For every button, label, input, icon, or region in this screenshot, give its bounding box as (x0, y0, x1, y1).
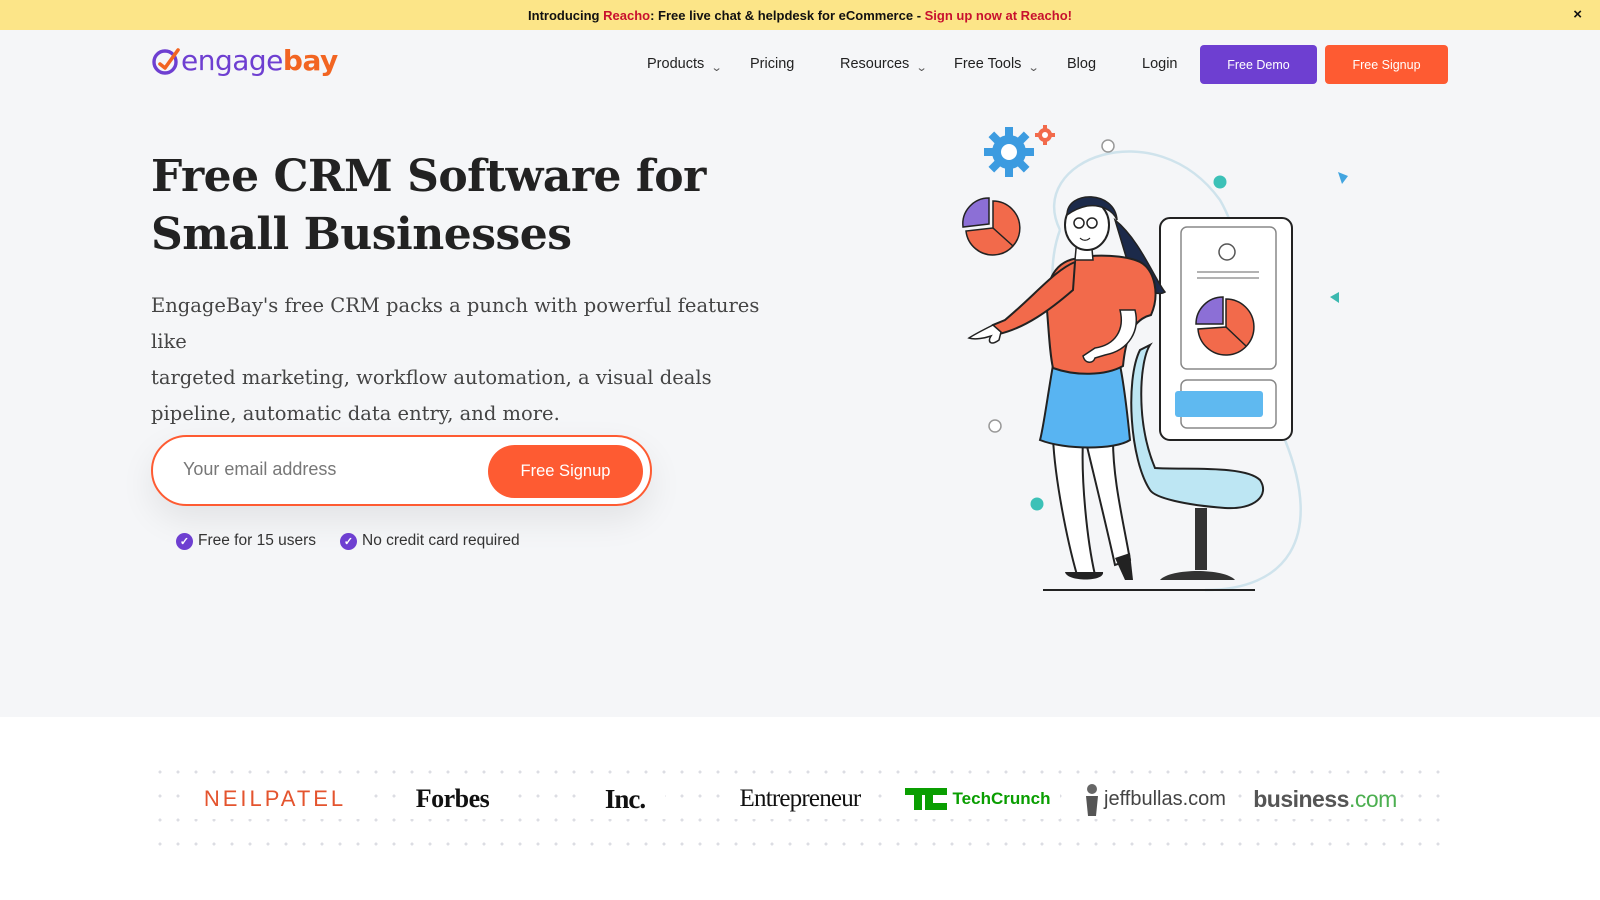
nav-free-tools[interactable]: Free Tools ⌄ (954, 54, 1041, 74)
announcement-cta-link[interactable]: Sign up now at Reacho! (925, 8, 1072, 23)
hero-title: Free CRM Software for Small Businesses (151, 148, 851, 264)
header-free-signup-button[interactable]: Free Signup (1325, 45, 1448, 84)
chair-base (1160, 571, 1235, 580)
nav-login-label: Login (1142, 56, 1178, 72)
decor-triangle (1338, 172, 1348, 184)
hero-title-line2: Small Businesses (151, 209, 572, 260)
jeffbullas-logo-mark: jeffbullas.com (1084, 782, 1226, 816)
hero-description-line3: pipeline, automatic data entry, and more… (151, 402, 560, 425)
decor-circle (988, 419, 1002, 433)
engagebay-logo[interactable]: engagebay (151, 46, 338, 76)
perk-no-credit-card-label: No credit card required (362, 532, 520, 549)
nav-pricing-label: Pricing (750, 56, 795, 72)
hero-title-line1: Free CRM Software for (151, 151, 706, 202)
nav-resources[interactable]: Resources ⌄ (840, 54, 928, 74)
business-com-logo: business.com (1250, 779, 1400, 819)
techcrunch-logo-mark: TechCrunch (904, 788, 1051, 810)
decor-dot-teal (1213, 175, 1227, 189)
chair-stem (1195, 508, 1207, 570)
progress-bar (1175, 391, 1263, 417)
logo-word-engage: engage (181, 44, 283, 77)
hero-description-line1: EngageBay's free CRM packs a punch with … (151, 294, 760, 353)
forbes-logo-text: Forbes (415, 784, 490, 813)
free-demo-button[interactable]: Free Demo (1200, 45, 1317, 84)
nav-blog[interactable]: Blog (1067, 54, 1096, 74)
announcement-prefix: Introducing (528, 7, 604, 23)
inc-logo: Inc. (585, 779, 665, 819)
entrepreneur-logo-text: Entrepreneur (739, 785, 862, 812)
announcement-text: Introducing Reacho: Free live chat & hel… (528, 8, 1072, 23)
hero-illustration (962, 125, 1348, 592)
check-circle-icon: ✓ (340, 532, 357, 550)
pie-chart-icon (962, 197, 1021, 256)
perk-no-credit-card: ✓ No credit card required (340, 532, 520, 550)
announcement-middle: : Free live chat & helpdesk for eCommerc… (650, 7, 925, 23)
perk-free-users-label: Free for 15 users (198, 532, 317, 549)
logo-mark-icon (152, 48, 180, 75)
entrepreneur-logo: Entrepreneur (725, 779, 875, 819)
techcrunch-logo-text: TechCrunch (952, 789, 1051, 808)
business-com-logo-text: business.com (1253, 786, 1397, 813)
hero-description-line2: targeted marketing, workflow automation,… (151, 366, 712, 389)
jeffbullas-logo-text: jeffbullas.com (1104, 787, 1226, 810)
jeffbullas-logo: jeffbullas.com (1075, 779, 1235, 819)
chevron-down-icon: ⌄ (915, 61, 928, 74)
nav-free-tools-label: Free Tools (954, 56, 1022, 72)
techcrunch-logo: TechCrunch (895, 779, 1060, 819)
perk-free-users: ✓ Free for 15 users (176, 532, 316, 550)
business-com-tld: .com (1348, 785, 1397, 812)
decor-dot-teal (1030, 497, 1044, 511)
techcrunch-mark-icon (904, 788, 947, 810)
announcement-bar: Introducing Reacho: Free live chat & hel… (0, 0, 1600, 30)
inc-logo-text: Inc. (604, 783, 646, 814)
press-logos-section: NEILPATEL Forbes Inc. Entrepreneur TechC… (0, 717, 1600, 900)
hero-signup-form: Free Signup (151, 435, 652, 506)
decor-triangle (1330, 292, 1339, 303)
logo-wordmark: engagebay (181, 47, 338, 75)
neilpatel-logo-text: NEILPATEL (203, 786, 347, 811)
gear-icon (984, 127, 1034, 177)
email-input[interactable] (183, 459, 473, 480)
chevron-down-icon: ⌄ (710, 61, 723, 74)
close-icon[interactable]: × (1573, 6, 1582, 23)
check-circle-icon: ✓ (176, 532, 193, 550)
neilpatel-logo: NEILPATEL (190, 779, 360, 819)
logo-word-bay: bay (282, 44, 338, 77)
hero-free-signup-button[interactable]: Free Signup (488, 445, 643, 498)
announcement-brand-link[interactable]: Reacho (603, 8, 650, 23)
nav-pricing[interactable]: Pricing (750, 54, 794, 74)
jeffbullas-portrait-icon (1086, 784, 1099, 816)
chevron-down-icon: ⌄ (1028, 61, 1041, 74)
forbes-logo: Forbes (400, 779, 505, 819)
nav-products-label: Products (647, 56, 705, 72)
nav-blog-label: Blog (1067, 56, 1097, 72)
nav-resources-label: Resources (840, 56, 910, 72)
nav-products[interactable]: Products ⌄ (647, 54, 723, 74)
nav-login[interactable]: Login (1142, 54, 1177, 74)
gear-icon (1035, 125, 1055, 145)
business-com-word: business (1253, 785, 1349, 812)
hero-description: EngageBay's free CRM packs a punch with … (151, 288, 801, 432)
decor-circle (1101, 139, 1115, 153)
